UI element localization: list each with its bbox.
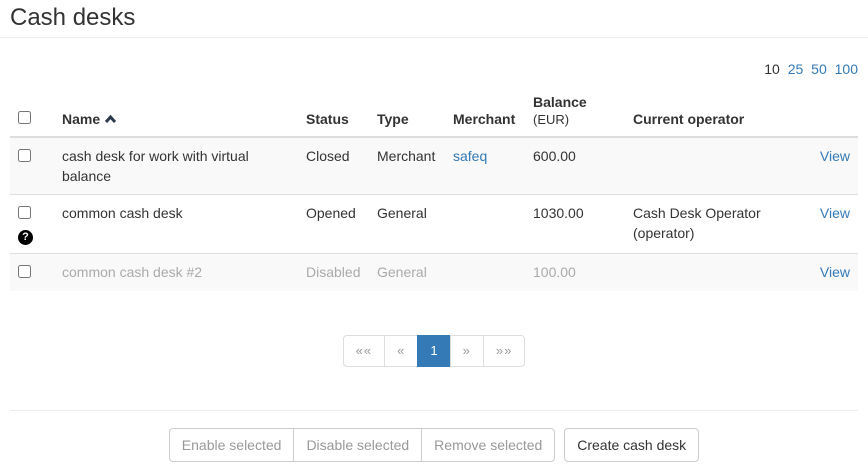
status-cell: Closed [298,137,369,195]
select-all-checkbox[interactable] [18,111,31,124]
row-checkbox[interactable] [18,206,31,219]
bulk-actions-bar: Enable selected Disable selected Remove … [10,428,858,462]
name-cell: cash desk for work with virtual balance [54,137,298,195]
pagination: «« « 1 » »» [10,335,858,367]
select-all-cell [10,86,54,137]
column-header-actions [803,86,858,137]
bulk-actions-group: Enable selected Disable selected Remove … [169,428,556,462]
page-size-option-100[interactable]: 100 [835,61,858,77]
row-checkbox[interactable] [18,149,31,162]
page-size-option-50[interactable]: 50 [811,61,827,77]
table-row: cash desk for work with virtual balance … [10,137,858,195]
column-header-name-label: Name [62,111,100,127]
merchant-cell [445,254,525,292]
merchant-cell: safeq [445,137,525,195]
sort-ascending-icon [104,111,117,128]
name-cell: common cash desk #2 [54,254,298,292]
column-header-balance-line1: Balance [533,94,617,111]
operator-cell: Cash Desk Operator (operator) [625,195,803,254]
table-header-row: Name Status Type Merchant Balance (EUR) … [10,86,858,137]
operator-cell [625,254,803,292]
column-header-type: Type [369,86,445,137]
balance-cell: 1030.00 [525,195,625,254]
pagination-prev-button[interactable]: « [384,335,418,367]
page-container: Cash desks 10 25 50 100 Name Status Type… [0,0,868,462]
type-cell: Merchant [369,137,445,195]
column-header-merchant: Merchant [445,86,525,137]
column-header-balance: Balance (EUR) [525,86,625,137]
table-row: ? common cash desk Opened General 1030.0… [10,195,858,254]
column-header-balance-line2: (EUR) [533,111,617,128]
column-header-status: Status [298,86,369,137]
operator-cell [625,137,803,195]
view-link[interactable]: View [820,264,850,280]
status-cell: Disabled [298,254,369,292]
remove-selected-button[interactable]: Remove selected [421,428,555,462]
page-size-selector: 10 25 50 100 [10,61,858,77]
view-link[interactable]: View [820,148,850,164]
table-row: common cash desk #2 Disabled General 100… [10,254,858,292]
page-title: Cash desks [0,0,868,38]
row-select-cell [10,254,54,292]
page-size-option-10-current: 10 [764,61,780,77]
page-size-option-25[interactable]: 25 [788,61,804,77]
column-header-name[interactable]: Name [54,86,298,137]
merchant-link[interactable]: safeq [453,148,487,164]
balance-cell: 600.00 [525,137,625,195]
view-cell: View [803,195,858,254]
status-cell: Opened [298,195,369,254]
question-icon[interactable]: ? [18,230,33,245]
name-cell: common cash desk [54,195,298,254]
row-select-cell [10,137,54,195]
row-select-cell: ? [10,195,54,254]
disable-selected-button[interactable]: Disable selected [293,428,422,462]
footer-divider [10,410,858,411]
row-checkbox[interactable] [18,265,31,278]
cash-desks-table: Name Status Type Merchant Balance (EUR) … [10,86,858,291]
pagination-first-button[interactable]: «« [343,335,385,367]
pagination-next-button[interactable]: » [450,335,484,367]
pagination-page-1[interactable]: 1 [417,335,450,367]
view-cell: View [803,254,858,292]
type-cell: General [369,195,445,254]
enable-selected-button[interactable]: Enable selected [169,428,295,462]
pagination-last-button[interactable]: »» [483,335,525,367]
type-cell: General [369,254,445,292]
column-header-operator: Current operator [625,86,803,137]
view-link[interactable]: View [820,205,850,221]
balance-cell: 100.00 [525,254,625,292]
create-cash-desk-button[interactable]: Create cash desk [564,428,699,462]
merchant-cell [445,195,525,254]
view-cell: View [803,137,858,195]
